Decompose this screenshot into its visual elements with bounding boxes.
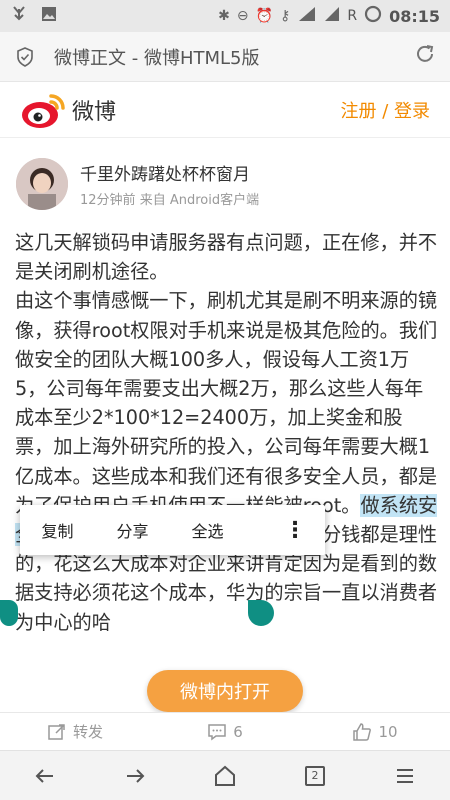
weibo-header: 微博 注册 / 登录 bbox=[0, 82, 450, 138]
signal-icon bbox=[324, 6, 340, 26]
more-vertical-icon[interactable]: ⋮ bbox=[265, 518, 325, 543]
back-arrow-icon[interactable] bbox=[23, 754, 67, 798]
lte-signal-icon bbox=[297, 6, 317, 26]
battery-ring-icon bbox=[364, 5, 382, 27]
select-all-menu-item[interactable]: 全选 bbox=[170, 518, 245, 542]
image-icon bbox=[40, 5, 58, 27]
post-timestamp: 12分钟前 来自 Android客户端 bbox=[80, 189, 259, 208]
browser-toolbar: 微博正文 - 微博HTML5版 bbox=[0, 32, 450, 82]
home-icon[interactable] bbox=[203, 754, 247, 798]
tabs-button[interactable]: 2 bbox=[293, 754, 337, 798]
selection-end-handle[interactable] bbox=[248, 600, 274, 626]
post-paragraph: 由这个事情感慨一下，刷机尤其是刷不明来源的镜像，获得root权限对手机来说是极其… bbox=[15, 286, 440, 636]
source-client: Android客户端 bbox=[169, 193, 260, 208]
like-button[interactable]: 10 bbox=[300, 722, 450, 742]
post-actions-bar: 转发 6 10 bbox=[0, 712, 450, 750]
time-ago: 12分钟前 bbox=[80, 193, 136, 208]
logo-text: 微博 bbox=[72, 99, 117, 125]
shield-icon[interactable] bbox=[14, 46, 36, 68]
post-header: 千里外踌躇处杯杯窗月 12分钟前 来自 Android客户端 bbox=[16, 158, 259, 210]
clock: 08:15 bbox=[389, 6, 440, 26]
do-not-disturb-icon: ⊖ bbox=[236, 8, 249, 24]
post-body: 这几天解锁码申请服务器有点问题，正在修，并不是关闭刷机途径。 由这个事情感慨一下… bbox=[15, 228, 440, 637]
copy-menu-item[interactable]: 复制 bbox=[20, 518, 95, 542]
share-menu-item[interactable]: 分享 bbox=[95, 518, 170, 542]
comment-count: 6 bbox=[233, 722, 243, 741]
repost-label: 转发 bbox=[72, 723, 103, 741]
post-paragraph: 这几天解锁码申请服务器有点问题，正在修，并不是关闭刷机途径。 bbox=[15, 231, 438, 284]
selection-start-handle[interactable] bbox=[0, 600, 18, 626]
post-text: 由这个事情感慨一下，刷机尤其是刷不明来源的镜像，获得root权限对手机来说是极其… bbox=[15, 289, 438, 517]
forward-arrow-icon[interactable] bbox=[113, 754, 157, 798]
register-login-link[interactable]: 注册 / 登录 bbox=[340, 97, 430, 123]
avatar[interactable] bbox=[16, 158, 68, 210]
roaming-indicator: R bbox=[347, 8, 358, 24]
like-count: 10 bbox=[378, 722, 398, 741]
vpn-key-icon: ⚷ bbox=[280, 8, 291, 24]
weibo-logo[interactable]: 微博 bbox=[20, 90, 116, 130]
alarm-icon: ⏰ bbox=[255, 8, 274, 24]
browser-nav-bar: 2 bbox=[0, 750, 450, 800]
reload-icon[interactable] bbox=[414, 43, 436, 71]
open-in-app-button[interactable]: 微博内打开 bbox=[147, 670, 303, 712]
comment-button[interactable]: 6 bbox=[150, 722, 300, 742]
thumbs-up-icon bbox=[353, 722, 372, 741]
menu-icon[interactable] bbox=[383, 754, 427, 798]
author-name[interactable]: 千里外踌躇处杯杯窗月 bbox=[80, 160, 259, 185]
download-icon bbox=[10, 5, 28, 27]
page-title: 微博正文 - 微博HTML5版 bbox=[54, 47, 260, 69]
bluetooth-icon: ✱ bbox=[218, 8, 230, 24]
source-prefix: 来自 bbox=[139, 193, 166, 208]
comment-icon bbox=[208, 723, 226, 740]
tab-count: 2 bbox=[305, 765, 325, 786]
repost-button[interactable]: 转发 bbox=[0, 721, 150, 742]
weibo-eye-logo-icon bbox=[22, 93, 65, 128]
status-bar: ✱ ⊖ ⏰ ⚷ R 08:15 bbox=[0, 0, 450, 32]
text-selection-menu: 复制 分享 全选 ⋮ bbox=[20, 505, 325, 555]
repost-icon bbox=[48, 723, 65, 740]
